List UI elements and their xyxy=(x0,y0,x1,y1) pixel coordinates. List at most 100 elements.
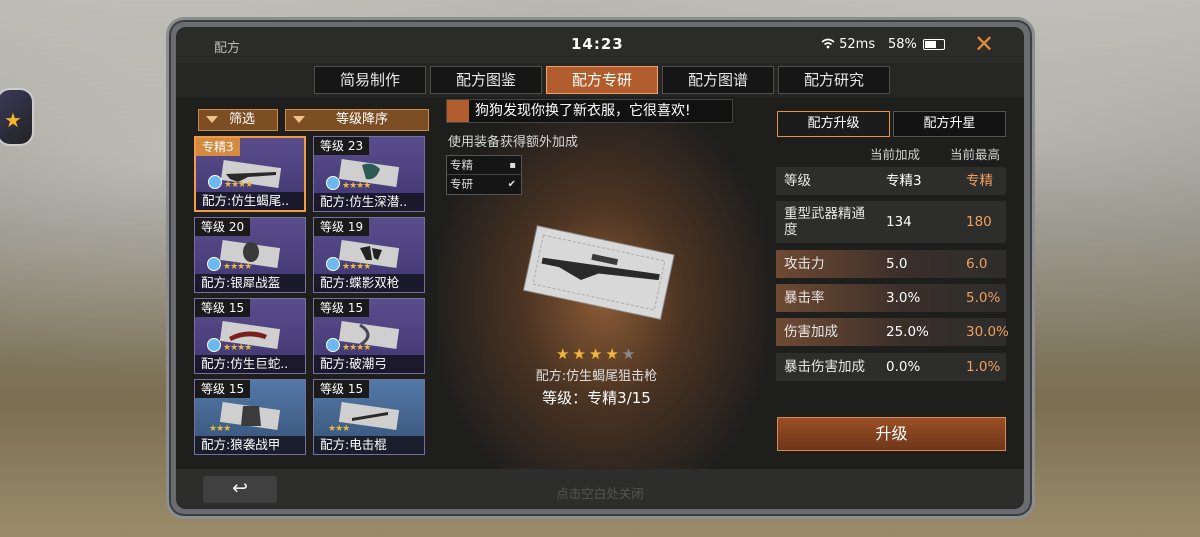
detail-recipe-name: 配方:仿生蝎尾狙击枪 xyxy=(535,369,658,384)
stat-row-heavy-mastery: 重型武器精通度 134 180 xyxy=(776,201,1006,243)
stat-max: 5.0% xyxy=(966,290,1001,306)
stat-current: 134 xyxy=(886,214,912,230)
recipe-card[interactable]: 等级 23 ★★★★ 配方:仿生深潜.. xyxy=(313,136,425,212)
sort-button[interactable]: 等级降序 xyxy=(285,109,429,131)
recipe-card[interactable]: 等级 15 ★★★★ 配方:破潮弓 xyxy=(313,298,425,374)
stat-current: 5.0 xyxy=(886,256,908,272)
recipe-name: 配方:银犀战盔 xyxy=(195,274,305,292)
bonus-option-label: 专研 xyxy=(450,177,473,191)
wifi-icon xyxy=(821,38,835,49)
side-app-icon[interactable]: ★ xyxy=(0,88,34,146)
stat-max: 6.0 xyxy=(966,256,988,272)
close-icon[interactable]: ✕ xyxy=(974,30,994,58)
stat-max: 180 xyxy=(966,214,992,230)
recipe-name: 配方:蝶影双枪 xyxy=(314,274,424,292)
stat-row-attack: 攻击力 5.0 6.0 xyxy=(776,250,1006,278)
stat-name: 暴击伤害加成 xyxy=(784,359,865,375)
stat-row-damage-bonus: 伤害加成 25.0% 30.0% xyxy=(776,318,1009,346)
stat-row-crit-damage: 暴击伤害加成 0.0% 1.0% xyxy=(776,353,1006,381)
recipe-name: 配方:电击棍 xyxy=(314,436,424,454)
recipe-stars: ★★★★ xyxy=(224,180,253,190)
gem-icon xyxy=(326,176,340,190)
square-icon: ▪ xyxy=(509,160,516,171)
stat-current: 专精3 xyxy=(886,173,922,189)
tab-recipe-research[interactable]: 配方研究 xyxy=(778,66,890,94)
checkmark-icon: ✔ xyxy=(507,179,516,190)
star-icon: ★ xyxy=(4,108,22,132)
recipe-name: 配方:仿生蝎尾.. xyxy=(196,192,304,210)
detail-level: 等级：专精3/15 xyxy=(542,389,651,407)
header-current-max: 当前最高 xyxy=(950,147,1001,162)
tab-recipe-mastery[interactable]: 配方专研 xyxy=(546,66,658,94)
recipe-stars: ★★★★ xyxy=(223,343,252,353)
stat-name: 暴击率 xyxy=(784,290,825,306)
filter-button[interactable]: 筛选 xyxy=(198,109,278,131)
close-hint[interactable]: 点击空白处关闭 xyxy=(176,483,1024,502)
recipe-level-badge: 等级 15 xyxy=(314,380,370,398)
recipe-card[interactable]: 等级 15 ★★★ 配方:狼袭战甲 xyxy=(194,379,306,455)
stat-max: 30.0% xyxy=(966,324,1009,340)
recipe-level-badge: 等级 15 xyxy=(195,299,251,317)
bonus-title: 使用装备获得额外加成 xyxy=(448,135,579,150)
recipe-level-badge: 等级 23 xyxy=(314,137,370,155)
tab-recipe-upgrade[interactable]: 配方升级 xyxy=(777,111,890,137)
notice-banner: 狗狗发现你换了新衣服，它很喜欢! xyxy=(446,99,733,123)
stat-name: 伤害加成 xyxy=(784,324,838,340)
recipe-stars: ★★★★ xyxy=(223,262,252,272)
stat-name: 攻击力 xyxy=(784,256,825,272)
clock: 14:23 xyxy=(571,35,624,53)
recipe-stars: ★★★★ xyxy=(342,262,371,272)
recipe-card[interactable]: 等级 20 ★★★★ 配方:银犀战盔 xyxy=(194,217,306,293)
network-latency: 52ms xyxy=(821,37,875,52)
recipe-panel: 配方 14:23 52ms 58% ✕ 简易制作 配方图鉴 配方专研 配方图谱 … xyxy=(176,27,1024,509)
gem-icon xyxy=(207,257,221,271)
stat-max: 1.0% xyxy=(966,359,1001,375)
bonus-option-research[interactable]: 专研 ✔ xyxy=(447,175,521,194)
recipe-level-badge: 等级 20 xyxy=(195,218,251,236)
stat-name: 等级 xyxy=(784,173,811,189)
recipe-stars: ★★★ xyxy=(328,424,350,434)
star-empty-icon: ★ xyxy=(621,345,639,363)
recipe-name: 配方:狼袭战甲 xyxy=(195,436,305,454)
recipe-stars: ★★★★ xyxy=(342,181,371,191)
gem-icon xyxy=(326,257,340,271)
recipe-stars: ★★★★ xyxy=(342,343,371,353)
star-icon: ★★★★ xyxy=(556,345,622,363)
recipe-name: 配方:仿生巨蛇.. xyxy=(195,355,305,373)
recipe-stars: ★★★ xyxy=(209,424,231,434)
stat-current: 0.0% xyxy=(886,359,921,375)
recipe-level-badge: 等级 19 xyxy=(314,218,370,236)
sort-label: 等级降序 xyxy=(336,112,389,127)
stat-name: 重型武器精通度 xyxy=(784,206,865,238)
sort-triangle-icon xyxy=(293,116,305,123)
recipe-name: 配方:仿生深潜.. xyxy=(314,193,424,211)
recipe-card[interactable]: 专精3 ★★★★ 配方:仿生蝎尾.. xyxy=(194,136,306,212)
gem-icon xyxy=(207,338,221,352)
tab-simple-craft[interactable]: 简易制作 xyxy=(314,66,426,94)
recipe-card[interactable]: 等级 15 ★★★ 配方:电击棍 xyxy=(313,379,425,455)
tab-recipe-star-up[interactable]: 配方升星 xyxy=(893,111,1006,137)
battery-icon xyxy=(923,39,945,50)
battery-text: 58% xyxy=(888,37,917,52)
bonus-option-label: 专精 xyxy=(450,158,473,172)
filter-triangle-icon xyxy=(206,116,218,123)
stat-current: 3.0% xyxy=(886,290,921,306)
stat-row-level: 等级 专精3 专精15 xyxy=(776,167,1006,217)
screen-title: 配方 xyxy=(214,41,241,56)
gem-icon xyxy=(208,175,222,189)
recipe-card[interactable]: 等级 15 ★★★★ 配方:仿生巨蛇.. xyxy=(194,298,306,374)
gem-icon xyxy=(326,338,340,352)
tab-recipe-atlas[interactable]: 配方图谱 xyxy=(662,66,774,94)
bonus-option-mastery[interactable]: 专精 ▪ xyxy=(447,156,521,175)
stat-current: 25.0% xyxy=(886,324,929,340)
recipe-level-badge: 专精3 xyxy=(196,138,240,156)
recipe-card[interactable]: 等级 19 ★★★★ 配方:蝶影双枪 xyxy=(313,217,425,293)
status-bar: 配方 14:23 52ms 58% ✕ xyxy=(176,27,1024,63)
bonus-options: 专精 ▪ 专研 ✔ xyxy=(446,155,522,195)
recipe-level-badge: 等级 15 xyxy=(195,380,251,398)
tab-recipe-codex[interactable]: 配方图鉴 xyxy=(430,66,542,94)
sniper-rifle-blueprint-icon xyxy=(522,225,675,320)
latency-text: 52ms xyxy=(839,37,876,52)
recipe-name: 配方:破潮弓 xyxy=(314,355,424,373)
upgrade-button[interactable]: 升级 xyxy=(777,417,1006,451)
